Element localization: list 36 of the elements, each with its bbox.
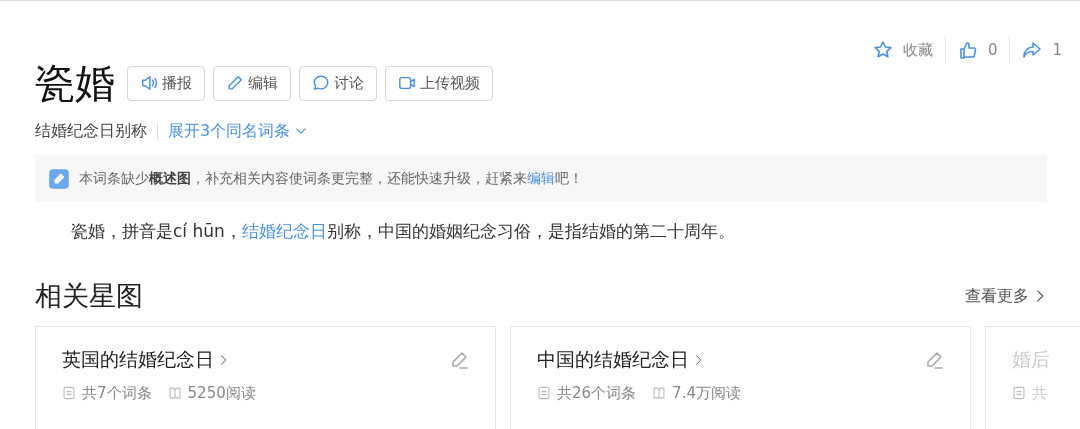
upload-video-button[interactable]: 上传视频 bbox=[385, 65, 493, 101]
topic-card[interactable]: 英国的结婚纪念日 共7个词条 5250阅读 bbox=[35, 326, 496, 429]
book-icon bbox=[652, 385, 667, 402]
share-arrow-icon bbox=[1022, 40, 1043, 60]
document-icon bbox=[62, 385, 76, 402]
entry-title: 瓷婚 bbox=[35, 63, 115, 103]
read-count: 7.4万阅读 bbox=[652, 381, 741, 405]
notice-text: 本词条缺少概述图，补充相关内容使词条更完整，还能快速升级，赶紧来编辑吧！ bbox=[79, 169, 583, 188]
card-title[interactable]: 英国的结婚纪念日 bbox=[62, 345, 230, 374]
entry-subtitle: 结婚纪念日别称 bbox=[35, 120, 147, 142]
pencil-icon bbox=[449, 349, 469, 370]
like-button[interactable]: 0 bbox=[944, 37, 1010, 63]
edit-badge-icon bbox=[49, 168, 69, 189]
thumbs-up-icon bbox=[957, 40, 978, 60]
speech-bubble-icon bbox=[312, 74, 330, 92]
star-icon bbox=[872, 40, 893, 60]
book-icon bbox=[167, 385, 182, 402]
card-title[interactable]: 中国的结婚纪念日 bbox=[537, 345, 705, 374]
section-title: 相关星图 bbox=[35, 280, 143, 313]
speaker-icon bbox=[140, 74, 158, 92]
read-count: 5250阅读 bbox=[167, 381, 256, 405]
document-icon bbox=[1012, 385, 1026, 402]
video-camera-icon bbox=[398, 74, 416, 92]
discuss-button[interactable]: 讨论 bbox=[299, 65, 377, 101]
pencil-icon bbox=[924, 349, 944, 370]
topic-card[interactable]: 中国的结婚纪念日 共26个词条 7.4万阅读 bbox=[510, 326, 971, 429]
pencil-icon bbox=[226, 74, 244, 92]
edit-button[interactable]: 编辑 bbox=[213, 65, 291, 101]
document-icon bbox=[537, 385, 551, 402]
read-aloud-button[interactable]: 播报 bbox=[127, 65, 205, 101]
summary-text: 瓷婚，拼音是cí hūn，结婚纪念日 别称，中国的婚姻纪念习俗，是指结婚的第二十周年。 bbox=[70, 220, 736, 243]
entry-count: 共26个词条 bbox=[537, 381, 637, 405]
favorite-button[interactable]: 收藏 bbox=[860, 37, 945, 63]
view-more-link[interactable]: 查看更多 bbox=[965, 284, 1047, 309]
share-button[interactable]: 1 bbox=[1009, 37, 1074, 63]
entry-count: 共7个词条 bbox=[62, 381, 152, 405]
